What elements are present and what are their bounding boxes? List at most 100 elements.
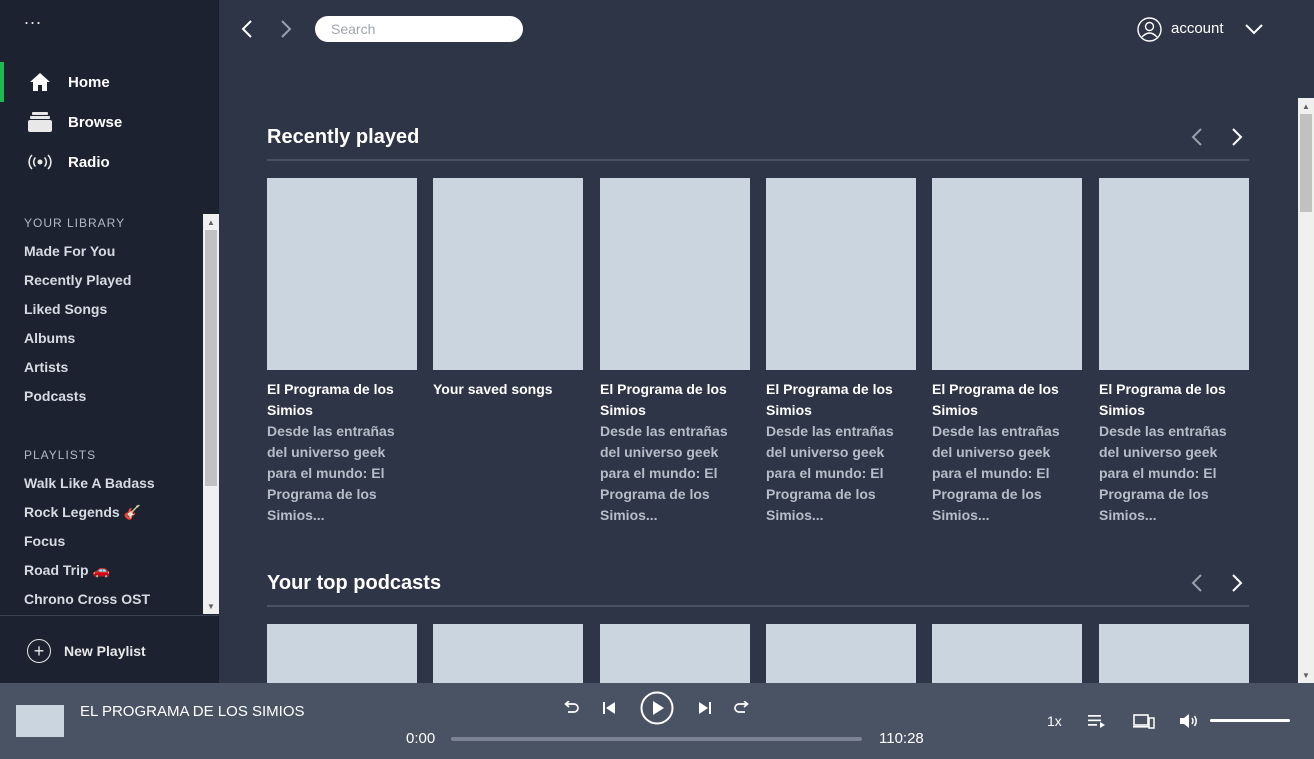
chevron-down-icon[interactable]	[1244, 20, 1264, 38]
library-item-artists[interactable]: Artists	[24, 359, 68, 375]
home-icon	[28, 70, 52, 94]
playlists-header: PLAYLISTS	[24, 448, 97, 462]
podcast-card[interactable]	[932, 624, 1082, 683]
card-title: El Programa de los Simios	[932, 381, 1059, 418]
card-description: Desde las entrañas del universo geek par…	[1099, 423, 1227, 523]
current-time: 0:00	[406, 730, 436, 747]
now-playing-artwork[interactable]	[16, 705, 64, 737]
playback-speed-button[interactable]: 1x	[1047, 713, 1062, 729]
new-playlist-button[interactable]: + New Playlist	[0, 615, 219, 683]
scroll-down-icon[interactable]: ▼	[203, 598, 219, 614]
radio-icon	[28, 150, 52, 174]
chevron-right-icon	[281, 20, 292, 38]
section-title-recently-played: Recently played	[267, 126, 420, 148]
skip-forward-icon	[699, 702, 711, 714]
fast-forward-icon	[734, 701, 749, 713]
podcast-card[interactable]	[600, 624, 750, 683]
nav-browse[interactable]: Browse	[0, 102, 219, 142]
section-divider	[267, 605, 1249, 607]
podcast-card[interactable]	[433, 624, 583, 683]
nav-browse-label: Browse	[68, 113, 123, 131]
player-bar: EL PROGRAMA DE LOS SIMIOS 0:00 110:28 1x	[0, 683, 1314, 759]
devices-icon	[1133, 714, 1155, 729]
user-icon[interactable]	[1137, 17, 1162, 42]
recent-card[interactable]: El Programa de los Simios Desde las entr…	[766, 178, 916, 526]
card-artwork	[932, 178, 1082, 370]
library-item-albums[interactable]: Albums	[24, 330, 75, 346]
chevron-right-icon[interactable]	[1228, 573, 1246, 593]
nav-radio[interactable]: Radio	[0, 142, 219, 182]
card-description: Desde las entrañas del universo geek par…	[932, 423, 1060, 523]
volume-slider[interactable]	[1210, 719, 1290, 722]
chevron-right-icon[interactable]	[1228, 127, 1246, 147]
card-description: Desde las entrañas del universo geek par…	[766, 423, 894, 523]
podcast-card[interactable]	[766, 624, 916, 683]
playlist-item[interactable]: Chrono Cross OST	[24, 591, 150, 607]
nav-radio-label: Radio	[68, 153, 110, 171]
card-artwork	[1099, 178, 1249, 370]
section-divider	[267, 159, 1249, 161]
scroll-up-icon[interactable]: ▲	[1298, 98, 1314, 114]
card-title: El Programa de los Simios	[766, 381, 893, 418]
sidebar: ... Home Browse Radio YOUR LIBRARY Made …	[0, 0, 219, 683]
recent-card[interactable]: El Programa de los Simios Desde las entr…	[600, 178, 750, 526]
back-button[interactable]	[236, 18, 258, 40]
now-playing-title[interactable]: EL PROGRAMA DE LOS SIMIOS	[80, 703, 305, 720]
sidebar-scrollbar-thumb[interactable]	[205, 230, 217, 486]
account-label[interactable]: account	[1171, 20, 1224, 37]
playlist-item[interactable]: Walk Like A Badass	[24, 475, 155, 491]
playlist-item[interactable]: Rock Legends 🎸	[24, 504, 141, 521]
scroll-up-icon[interactable]: ▲	[203, 214, 219, 230]
previous-button[interactable]	[599, 698, 619, 718]
browse-icon	[28, 110, 52, 134]
recent-card[interactable]: Your saved songs	[433, 178, 583, 400]
nav-home[interactable]: Home	[0, 62, 219, 102]
card-description: Desde las entrañas del universo geek par…	[267, 423, 395, 523]
card-title: El Programa de los Simios	[600, 381, 727, 418]
nav-home-label: Home	[68, 73, 110, 91]
more-menu-icon[interactable]: ...	[24, 8, 42, 29]
search-input[interactable]	[315, 16, 523, 42]
devices-button[interactable]	[1132, 711, 1156, 731]
chevron-left-icon[interactable]	[1188, 127, 1206, 147]
volume-fill	[1210, 719, 1290, 722]
card-artwork	[433, 178, 583, 370]
next-button[interactable]	[695, 698, 715, 718]
card-artwork	[766, 178, 916, 370]
new-playlist-label: New Playlist	[64, 643, 146, 659]
podcast-card[interactable]	[267, 624, 417, 683]
card-title: Your saved songs	[433, 381, 553, 397]
volume-button[interactable]	[1178, 711, 1200, 731]
card-description: Desde las entrañas del universo geek par…	[600, 423, 728, 523]
chevron-left-icon[interactable]	[1188, 573, 1206, 593]
card-title: El Programa de los Simios	[267, 381, 394, 418]
scroll-down-icon[interactable]: ▼	[1298, 667, 1314, 683]
queue-icon	[1088, 715, 1105, 728]
library-item-made-for-you[interactable]: Made For You	[24, 243, 115, 259]
library-item-podcasts[interactable]: Podcasts	[24, 388, 86, 404]
volume-icon	[1180, 714, 1197, 728]
play-icon	[640, 691, 674, 725]
forward-15-button[interactable]	[732, 698, 752, 718]
total-time: 110:28	[879, 730, 924, 747]
main-scrollbar-thumb[interactable]	[1300, 114, 1312, 212]
library-item-recently-played[interactable]: Recently Played	[24, 272, 131, 288]
rewind-15-button[interactable]	[561, 698, 581, 718]
podcast-card[interactable]	[1099, 624, 1249, 683]
playlist-item[interactable]: Road Trip 🚗	[24, 562, 110, 579]
section-title-top-podcasts: Your top podcasts	[267, 572, 442, 594]
rewind-icon	[564, 701, 579, 713]
skip-back-icon	[603, 702, 615, 714]
playlist-item[interactable]: Focus	[24, 533, 65, 549]
play-button[interactable]	[640, 691, 674, 725]
recent-card[interactable]: El Programa de los Simios Desde las entr…	[1099, 178, 1249, 526]
forward-button[interactable]	[275, 18, 297, 40]
recent-card[interactable]: El Programa de los Simios Desde las entr…	[267, 178, 417, 526]
queue-button[interactable]	[1086, 711, 1108, 731]
card-artwork	[600, 178, 750, 370]
active-indicator	[0, 62, 4, 102]
progress-bar[interactable]	[451, 737, 862, 741]
chevron-left-icon	[241, 20, 252, 38]
recent-card[interactable]: El Programa de los Simios Desde las entr…	[932, 178, 1082, 526]
library-item-liked-songs[interactable]: Liked Songs	[24, 301, 107, 317]
